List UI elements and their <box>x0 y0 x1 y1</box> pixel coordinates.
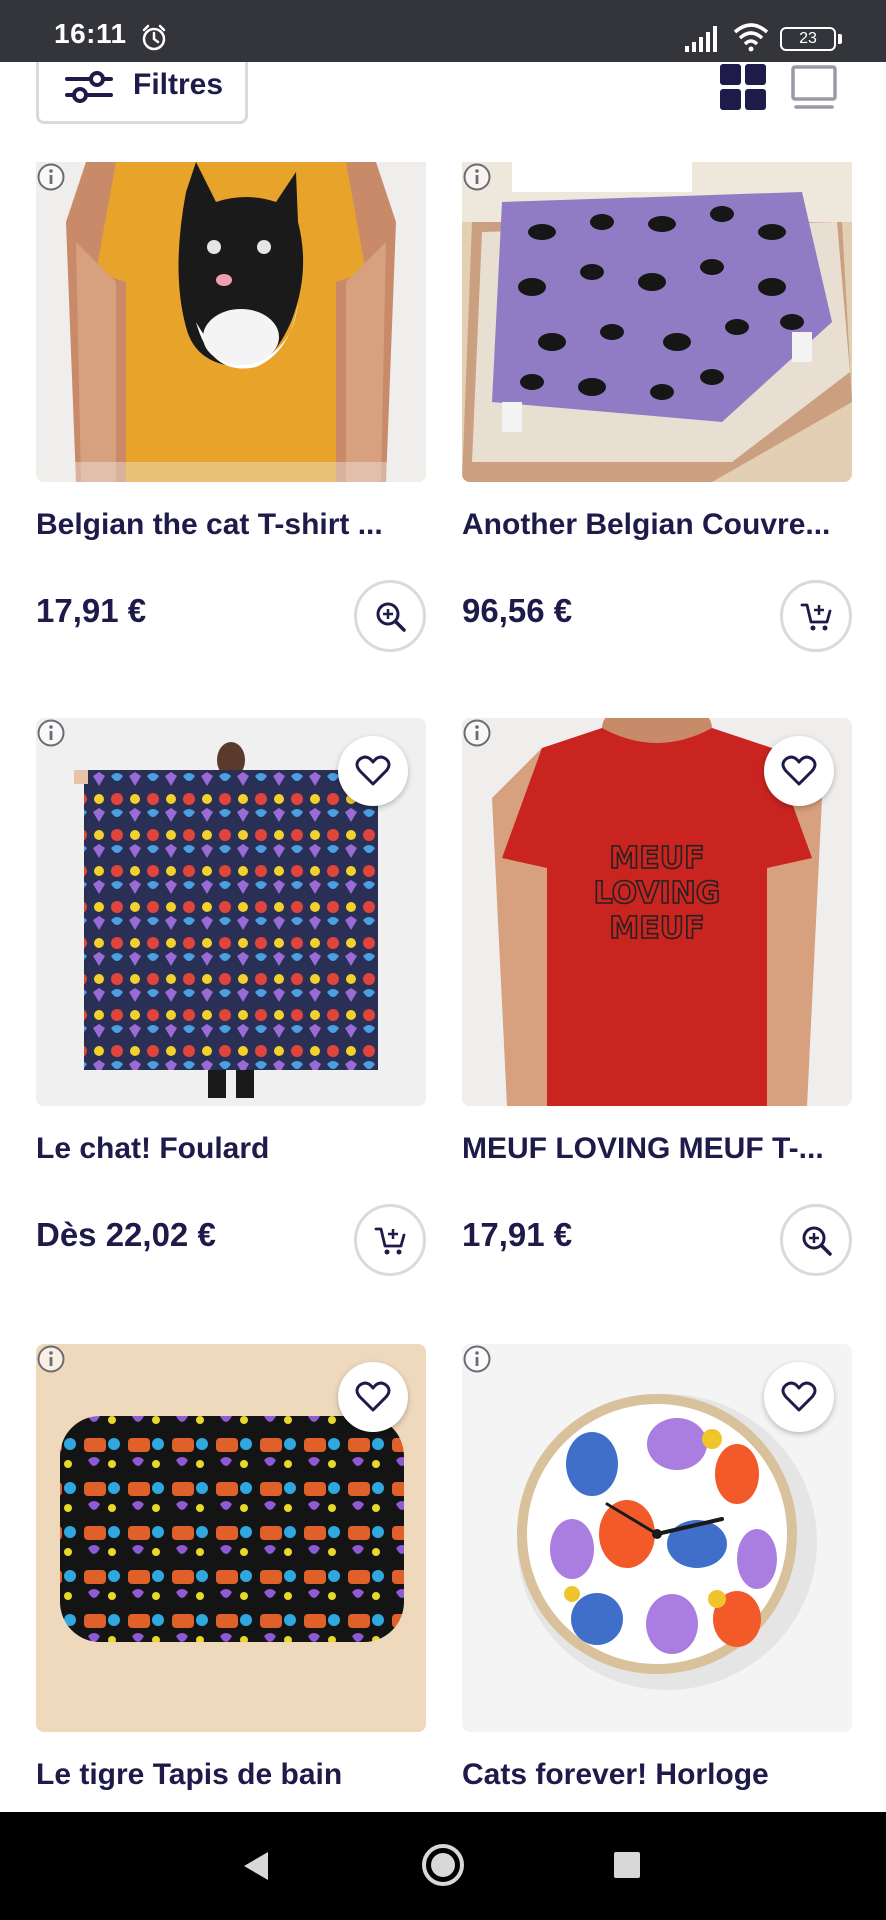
grid-view-icon[interactable] <box>720 64 766 110</box>
info-icon[interactable] <box>462 1344 492 1374</box>
add-to-cart-icon <box>800 603 832 631</box>
product-price: 96,56 € <box>462 592 573 629</box>
tshirt-print-line-3: MEUF <box>609 911 704 946</box>
info-icon[interactable] <box>462 718 492 748</box>
product-card[interactable]: Le tigre Tapis de bain <box>36 1344 426 1812</box>
favorite-button[interactable] <box>338 1362 408 1432</box>
filter-sliders-icon <box>65 71 113 103</box>
zoom-button[interactable] <box>354 580 426 652</box>
product-image[interactable] <box>462 1344 852 1732</box>
info-icon[interactable] <box>36 162 66 192</box>
filter-button[interactable]: Filtres <box>36 62 248 124</box>
favorite-button[interactable] <box>764 736 834 806</box>
zoom-in-icon <box>376 602 406 632</box>
heart-icon <box>781 1381 817 1412</box>
tshirt-print-line-2: LOVING <box>594 876 721 911</box>
product-card[interactable]: MEUF LOVING MEUF MEUF LOVING MEUF T-... … <box>462 718 852 1288</box>
product-image[interactable]: MEUF LOVING MEUF <box>462 718 852 1106</box>
add-to-cart-button[interactable] <box>354 1204 426 1276</box>
tshirt-print-line-1: MEUF <box>609 841 704 876</box>
product-price: 17,91 € <box>462 1216 573 1253</box>
heart-icon <box>355 1381 391 1412</box>
product-card[interactable]: Le chat! Foulard Dès 22,02 € <box>36 718 426 1288</box>
product-title[interactable]: Another Belgian Couvre... <box>462 508 830 542</box>
single-view-icon[interactable] <box>790 64 838 110</box>
add-to-cart-icon <box>374 1227 406 1255</box>
alarm-icon <box>142 24 166 51</box>
product-title[interactable]: Le chat! Foulard <box>36 1132 269 1166</box>
system-nav-bar <box>0 1812 886 1920</box>
product-card[interactable]: Belgian the cat T-shirt ... 17,91 € <box>36 162 426 662</box>
battery-cap <box>838 34 842 44</box>
product-image[interactable] <box>36 162 426 482</box>
comforter-cats-image <box>462 162 852 482</box>
info-icon[interactable] <box>36 718 66 748</box>
info-icon[interactable] <box>462 162 492 192</box>
toolbar: Filtres <box>0 62 886 160</box>
info-icon[interactable] <box>36 1344 66 1374</box>
zoom-button[interactable] <box>780 1204 852 1276</box>
product-image[interactable] <box>36 718 426 1106</box>
product-title[interactable]: MEUF LOVING MEUF T-... <box>462 1132 824 1166</box>
product-title[interactable]: Belgian the cat T-shirt ... <box>36 508 383 542</box>
filter-label: Filtres <box>133 68 224 101</box>
product-image[interactable] <box>36 1344 426 1732</box>
recents-icon[interactable] <box>612 1850 642 1880</box>
product-image[interactable] <box>462 162 852 482</box>
add-to-cart-button[interactable] <box>780 580 852 652</box>
product-card[interactable]: Another Belgian Couvre... 96,56 € <box>462 162 852 662</box>
battery-indicator: 23 <box>780 27 836 51</box>
favorite-button[interactable] <box>338 736 408 806</box>
tshirt-yellow-cat-image <box>36 162 426 482</box>
heart-icon <box>355 755 391 786</box>
wifi-icon <box>733 23 769 52</box>
product-title[interactable]: Cats forever! Horloge <box>462 1758 769 1792</box>
product-title[interactable]: Le tigre Tapis de bain <box>36 1758 342 1792</box>
status-bar: 16:11 23 <box>0 0 886 62</box>
signal-icon <box>685 26 717 52</box>
favorite-button[interactable] <box>764 1362 834 1432</box>
status-time: 16:11 <box>54 18 127 49</box>
product-price: Dès 22,02 € <box>36 1216 216 1253</box>
zoom-in-icon <box>802 1226 832 1256</box>
back-icon[interactable] <box>240 1850 272 1882</box>
product-price: 17,91 € <box>36 592 147 629</box>
home-icon[interactable] <box>420 1842 466 1888</box>
heart-icon <box>781 755 817 786</box>
product-card[interactable]: Cats forever! Horloge <box>462 1344 852 1812</box>
